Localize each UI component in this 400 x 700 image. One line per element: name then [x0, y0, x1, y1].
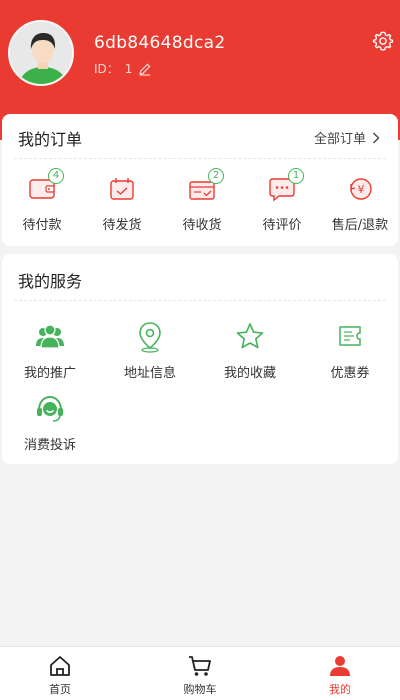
gear-icon[interactable]: [372, 30, 394, 52]
refund-icon: ¥: [350, 178, 372, 200]
order-label: 待付款: [22, 218, 62, 233]
service-label: 优惠券: [330, 366, 370, 381]
services-title: 我的服务: [18, 272, 83, 291]
badge-count: 1: [288, 168, 304, 184]
username: 6db84648dca2: [94, 33, 226, 53]
location-pin-icon: [139, 322, 161, 353]
avatar[interactable]: [8, 20, 74, 86]
service-label: 我的推广: [23, 366, 76, 381]
tab-label: 首页: [49, 683, 71, 696]
service-complaints[interactable]: 消费投诉: [10, 392, 90, 453]
order-pending-payment[interactable]: 4 待付款: [2, 168, 82, 233]
service-label: 消费投诉: [23, 438, 76, 453]
all-orders-link[interactable]: 全部订单: [314, 128, 380, 147]
badge-count: 4: [48, 168, 64, 184]
services-divider: [14, 300, 386, 301]
orders-divider: [14, 158, 386, 159]
user-id: ID： 1: [94, 60, 152, 77]
service-coupons[interactable]: 优惠券: [310, 320, 390, 381]
all-orders-label: 全部订单: [313, 132, 366, 147]
avatar-person-icon: [10, 22, 72, 84]
headset-support-icon: [37, 395, 63, 422]
service-label: 地址信息: [123, 366, 176, 381]
tab-cart[interactable]: 购物车: [160, 653, 240, 697]
order-pending-shipment[interactable]: 待发货: [82, 172, 162, 233]
svg-text:¥: ¥: [358, 183, 365, 196]
order-after-sales[interactable]: ¥ 售后/退款: [320, 172, 400, 233]
user-id-label: ID：: [94, 62, 119, 76]
shopping-cart-icon: [189, 656, 211, 676]
order-label: 售后/退款: [331, 218, 389, 233]
tab-home[interactable]: 首页: [20, 653, 100, 697]
star-icon: [236, 323, 264, 349]
calendar-check-icon: [110, 178, 134, 200]
coupon-icon: [339, 326, 361, 346]
service-label: 我的收藏: [223, 366, 276, 381]
edit-pencil-icon[interactable]: [138, 62, 152, 76]
service-my-promotion[interactable]: 我的推广: [10, 320, 90, 381]
user-profile-icon: [330, 656, 350, 676]
group-users-icon: [36, 324, 64, 349]
service-favorites[interactable]: 我的收藏: [210, 320, 290, 381]
order-label: 待收货: [182, 218, 222, 233]
badge-count: 2: [208, 168, 224, 184]
tab-label: 我的: [329, 683, 351, 696]
bottom-tab-bar: 首页 购物车 我的: [0, 646, 400, 700]
orders-card: 我的订单 全部订单 4 待付款 待发货 2 待收货 1 待评价 ¥ 售后/退款: [2, 114, 398, 246]
order-label: 待评价: [262, 218, 302, 233]
order-pending-receipt[interactable]: 2 待收货: [162, 168, 242, 233]
orders-title: 我的订单: [18, 130, 83, 149]
service-address[interactable]: 地址信息: [110, 320, 190, 381]
services-card: 我的服务 我的推广 地址信息 我的收藏 优惠券 消费投诉: [2, 254, 398, 464]
tab-mine[interactable]: 我的: [300, 653, 380, 697]
user-id-value: 1: [124, 61, 133, 76]
order-pending-review[interactable]: 1 待评价: [242, 168, 322, 233]
home-icon: [50, 656, 70, 676]
order-label: 待发货: [102, 218, 142, 233]
chevron-right-icon: [373, 132, 380, 143]
tab-label: 购物车: [183, 683, 217, 696]
